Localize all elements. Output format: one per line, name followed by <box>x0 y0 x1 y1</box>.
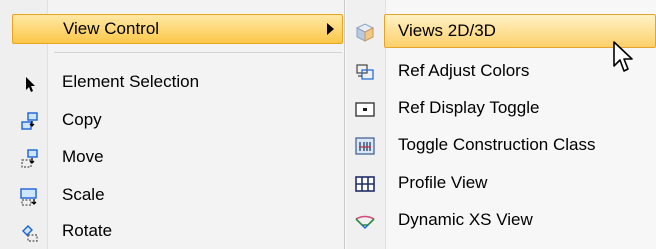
submenu-item-dynamic-xs-view[interactable]: Dynamic XS View <box>346 203 656 239</box>
menu-item-element-selection[interactable]: Element Selection <box>12 66 343 102</box>
submenu-item-ref-adjust-colors[interactable]: Ref Adjust Colors <box>346 54 656 90</box>
menu-item-label: Element Selection <box>62 72 200 91</box>
move-element-icon <box>21 149 38 168</box>
copy-element-icon <box>21 112 38 130</box>
views-2d3d-cube-icon <box>355 23 375 42</box>
menu-item-label: Move <box>62 147 104 166</box>
arrow-pointer-icon <box>26 77 35 92</box>
submenu-item-label: Views 2D/3D <box>398 21 496 40</box>
mouse-cursor-icon <box>613 41 633 72</box>
dynamic-xs-view-icon <box>355 215 375 229</box>
profile-view-grid-icon <box>355 176 375 192</box>
submenu-item-label: Ref Display Toggle <box>398 98 540 117</box>
context-menu-stage: View Control Element Selection Copy Move… <box>0 0 656 249</box>
toggle-construction-class-icon <box>355 137 375 155</box>
menu-item-scale[interactable]: Scale <box>12 179 343 215</box>
submenu-item-views-2d3d[interactable]: Views 2D/3D <box>346 14 656 50</box>
context-menu: View Control Element Selection Copy Move… <box>0 0 345 249</box>
menu-item-move[interactable]: Move <box>12 141 343 177</box>
submenu-item-label: Toggle Construction Class <box>398 135 596 154</box>
ref-display-toggle-icon <box>355 102 375 117</box>
ref-adjust-colors-icon <box>356 64 374 80</box>
submenu-item-label: Dynamic XS View <box>398 210 533 229</box>
menu-item-view-control[interactable]: View Control <box>12 14 343 44</box>
menu-item-label: Copy <box>62 110 102 129</box>
menu-separator <box>54 52 342 53</box>
menu-item-label: Rotate <box>62 221 113 240</box>
menu-item-copy[interactable]: Copy <box>12 104 343 140</box>
submenu-view-control: Views 2D/3D Ref Adjust Colors Ref Displa… <box>346 0 656 249</box>
menu-item-label: View Control <box>63 19 160 38</box>
submenu-item-label: Profile View <box>398 173 488 192</box>
menu-item-rotate[interactable]: Rotate <box>12 215 343 249</box>
submenu-arrow-icon <box>327 23 334 35</box>
submenu-item-profile-view[interactable]: Profile View <box>346 166 656 202</box>
submenu-item-toggle-construction-class[interactable]: Toggle Construction Class <box>346 128 656 164</box>
menu-item-label: Scale <box>62 185 105 204</box>
scale-element-icon <box>20 188 37 206</box>
rotate-element-icon <box>22 225 38 242</box>
submenu-item-label: Ref Adjust Colors <box>398 61 530 80</box>
submenu-item-ref-display-toggle[interactable]: Ref Display Toggle <box>346 91 656 127</box>
